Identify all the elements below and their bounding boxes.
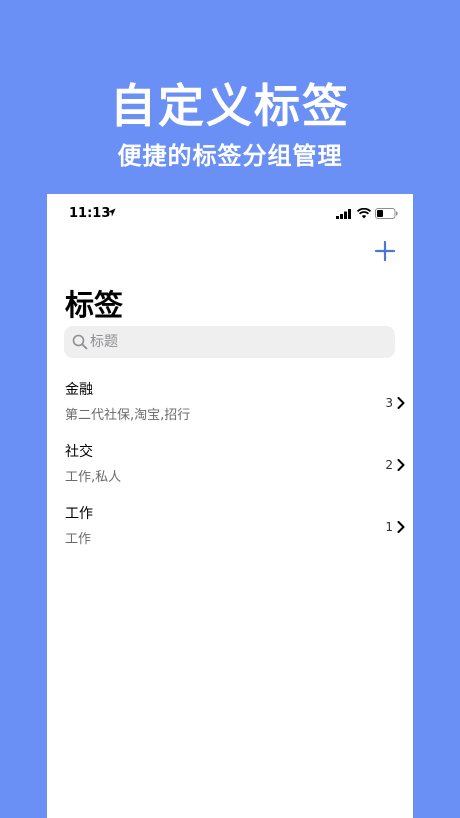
tag-name: 工作 <box>65 506 93 522</box>
tag-count: 3 <box>385 396 393 410</box>
tag-subtitle: 工作 <box>65 532 92 547</box>
tag-row-finance[interactable]: 金融 第二代社保,淘宝,招行 3 <box>47 370 413 432</box>
chevron-right-icon <box>397 397 405 409</box>
tag-name: 金融 <box>65 382 93 398</box>
tag-count: 1 <box>385 520 393 534</box>
tag-name: 社交 <box>65 444 93 460</box>
location-arrow-icon <box>107 208 116 217</box>
tag-subtitle: 工作,私人 <box>65 470 122 485</box>
tag-list: 金融 第二代社保,淘宝,招行 3 社交 工作,私人 2 工作 工作 1 <box>47 370 413 556</box>
add-tag-button[interactable] <box>374 240 396 262</box>
battery-icon <box>375 208 398 219</box>
status-bar: 11:13 <box>47 206 413 222</box>
tag-count: 2 <box>385 458 393 472</box>
signal-icon <box>336 209 351 219</box>
search-bar[interactable] <box>64 326 395 358</box>
phone-screen: 11:13 标签 标题 金融 第二代社保,淘宝,招行 3 社交 工作,私人 2 … <box>47 194 413 818</box>
tag-row-social[interactable]: 社交 工作,私人 2 <box>47 432 413 494</box>
promo-subtitle: 便捷的标签分组管理 <box>117 142 343 170</box>
chevron-right-icon <box>397 521 405 533</box>
page-title: 标签 <box>65 288 124 322</box>
tag-subtitle: 第二代社保,淘宝,招行 <box>65 408 191 423</box>
chevron-right-icon <box>397 459 405 471</box>
search-icon <box>72 334 88 350</box>
search-input[interactable] <box>90 326 380 358</box>
promo-title: 自定义标签 <box>110 79 350 133</box>
wifi-icon <box>357 208 371 219</box>
tag-row-work[interactable]: 工作 工作 1 <box>47 494 413 556</box>
status-time: 11:13 <box>69 206 111 221</box>
plus-icon <box>374 240 396 262</box>
